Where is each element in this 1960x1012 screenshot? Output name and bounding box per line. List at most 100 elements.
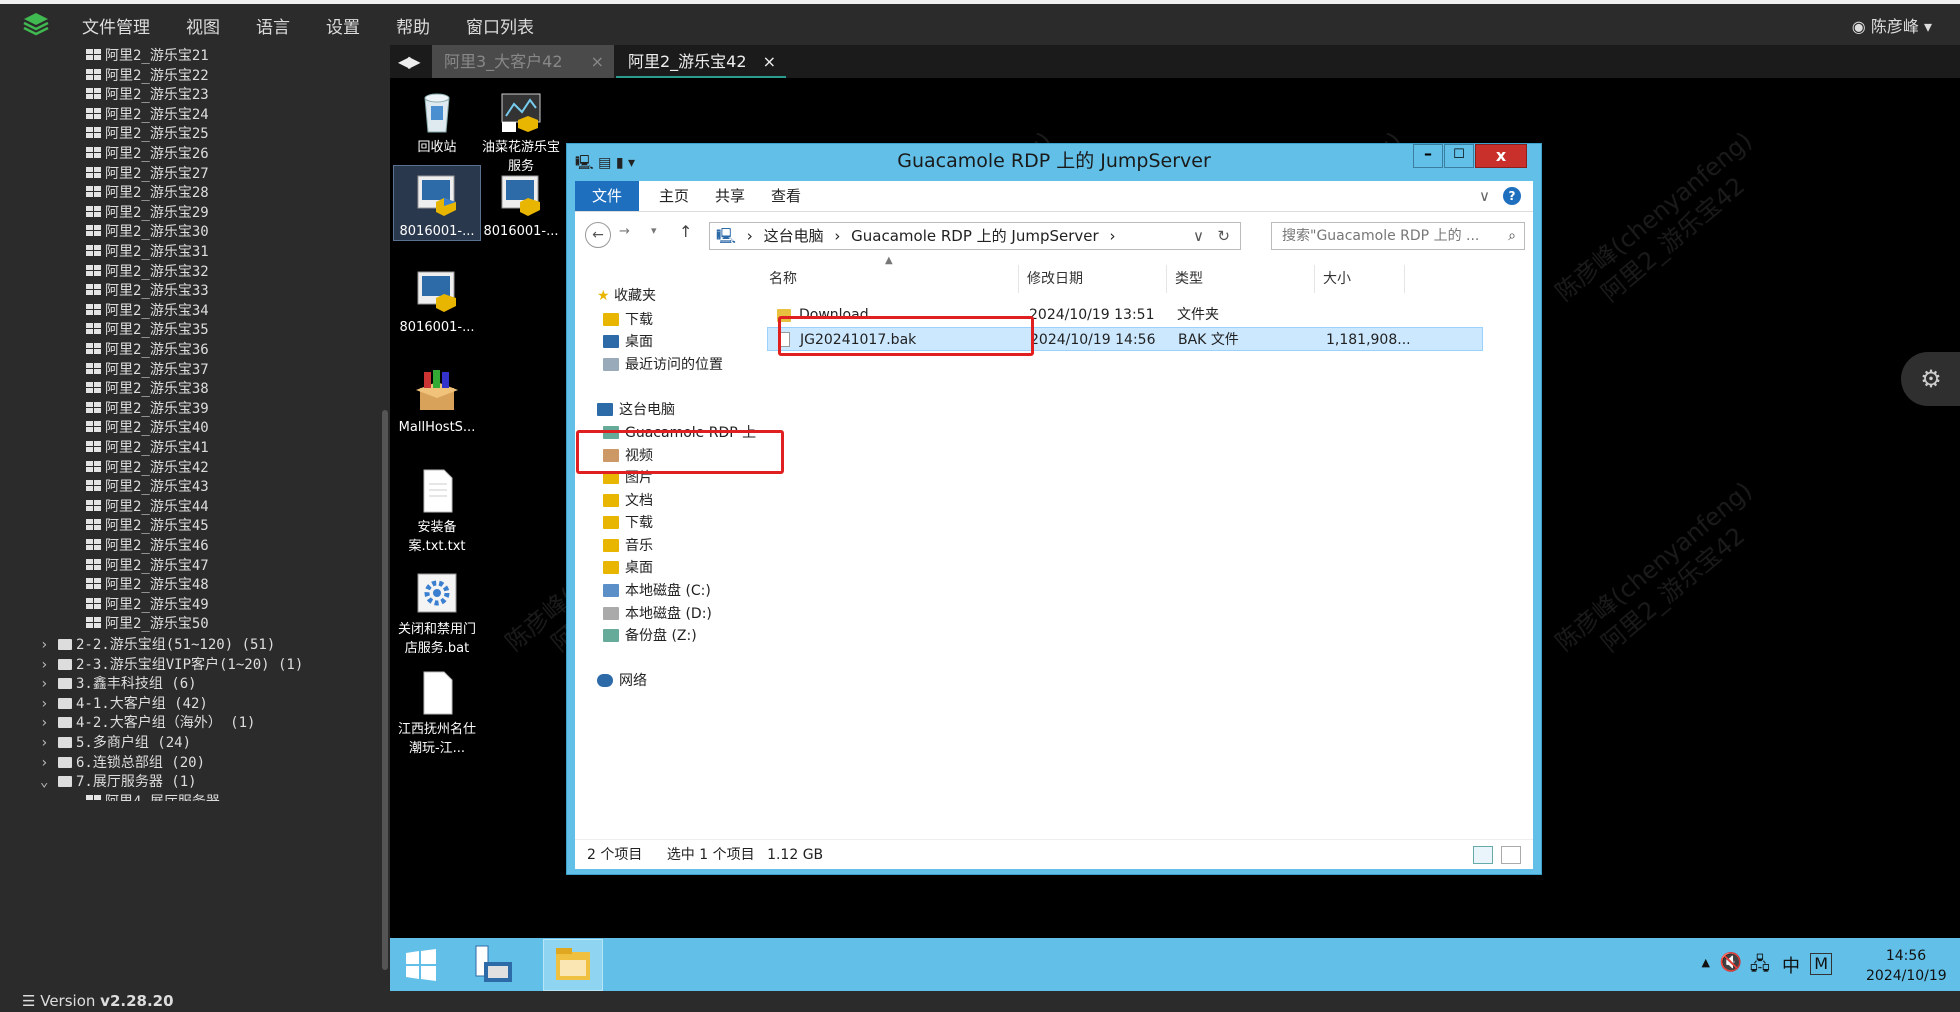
nav-downloads[interactable]: 下载 [603,512,653,534]
desktop-icon-recycle-bin[interactable]: 回收站 [394,88,480,157]
file-explorer-window[interactable]: 🖳 ▤ ▮ ▾ Guacamole RDP 上的 JumpServer – ☐ … [566,143,1542,875]
nav-network[interactable]: 网络 [597,670,647,692]
tab-session-1[interactable]: 阿里3_大客户42 × [432,45,614,78]
column-header-size[interactable]: 大小 [1315,265,1405,293]
up-button[interactable]: ↑ [679,222,692,241]
help-icon[interactable]: ? [1503,187,1521,205]
windows-taskbar: ▲ 🔇 🖧 中 M 14:56 2024/10/19 [390,938,1960,991]
window-title: Guacamole RDP 上的 JumpServer [897,150,1211,172]
tree-leaf-label: 阿里2_游乐宝27 [105,165,209,182]
close-button[interactable]: x [1475,144,1527,168]
folder-icon [58,756,72,768]
tab-scroll-arrows-icon[interactable]: ◀▶ [398,45,421,78]
taskbar-file-explorer[interactable] [543,939,603,991]
downloads-folder-icon [603,516,619,529]
ribbon-expand-icon[interactable]: ∨ [1479,181,1490,211]
menu-window-list[interactable]: 窗口列表 [466,13,534,38]
address-input[interactable]: 🖳 › 这台电脑 › Guacamole RDP 上的 JumpServer ›… [709,222,1241,250]
menu-help[interactable]: 帮助 [396,13,430,38]
desktop-icon-8016001-a[interactable]: 8016001-... [393,165,481,241]
nav-fav-recent[interactable]: 最近访问的位置 [603,354,723,376]
refresh-icon[interactable]: ↻ [1217,223,1230,249]
tab-close-icon[interactable]: × [763,45,776,78]
desktop-icon-label: 江西抚州名仕潮玩-江... [397,722,476,756]
nav-label: 桌面 [625,334,653,350]
user-menu[interactable]: ◉ 陈彦峰 ▾ [1852,13,1932,37]
desktop-icon-youcaihua-service[interactable]: 油菜花游乐宝服务 [478,88,564,176]
windows-icon [86,225,101,237]
tree-leaf-host[interactable]: 阿里4_展厅服务器 [86,791,220,801]
status-bar: 2 个项目 选中 1 个项目 1.12 GB [575,839,1533,869]
ribbon-tab-view[interactable]: 查看 [771,181,801,211]
sidebar-scrollbar[interactable] [382,410,388,970]
windows-icon [86,362,101,375]
tab-label: 阿里3_大客户42 [444,52,563,71]
nav-desktop[interactable]: 桌面 [603,557,653,579]
desktop-icon-install-txt[interactable]: 安装备案.txt.txt [394,468,480,556]
tree-group-label: 4-2.大客户组（海外） (1) [76,715,256,732]
column-header-name[interactable]: 名称 [761,265,1019,293]
ribbon-tab-home[interactable]: 主页 [659,181,689,211]
tree-leaf-label: 阿里2_游乐宝42 [105,459,209,476]
menu-settings[interactable]: 设置 [326,13,360,38]
tree-leaf-host[interactable]: 阿里2_游乐宝50 [86,613,209,635]
menu-lines-icon: ☰ [22,992,36,1010]
desktop-icon-mallhost[interactable]: MallHostS... [394,368,480,437]
nav-backup-z[interactable]: 备份盘 (Z:) [603,625,697,647]
column-header-type[interactable]: 类型 [1167,265,1315,293]
show-hidden-icons-icon[interactable]: ▲ [1702,956,1710,969]
clock[interactable]: 14:56 2024/10/19 [1866,946,1947,986]
windows-icon [86,617,101,629]
nav-local-disk-c[interactable]: 本地磁盘 (C:) [603,580,711,602]
breadcrumb-this-pc[interactable]: 这台电脑 [764,227,824,245]
chevron-down-icon[interactable]: ⌄ [40,771,58,793]
folder-icon [58,717,72,729]
nav-this-pc[interactable]: 这台电脑 [597,399,675,421]
search-placeholder: 搜索"Guacamole RDP 上的 ... [1282,228,1480,244]
volume-muted-icon[interactable]: 🔇 [1720,952,1742,973]
details-view-icon[interactable] [1473,846,1493,864]
nav-fav-downloads[interactable]: 下载 [603,309,653,331]
forward-button[interactable]: → [619,224,630,239]
back-button[interactable]: ← [585,222,611,248]
input-method-icon[interactable]: 中 [1782,952,1800,978]
address-dropdown-icon[interactable]: ∨ [1193,223,1204,249]
tree-leaf-label: 阿里2_游乐宝40 [105,420,209,437]
input-mode-icon[interactable]: M [1810,953,1832,975]
chevron-right-icon: › [834,227,841,245]
search-input[interactable]: 搜索"Guacamole RDP 上的 ... ⌕ [1271,222,1525,250]
settings-gear-icon[interactable]: ⚙ [1901,352,1960,406]
maximize-button[interactable]: ☐ [1444,144,1474,168]
taskbar-server-manager[interactable] [470,944,516,986]
tab-session-2[interactable]: 阿里2_游乐宝42 × [616,45,786,78]
breadcrumb-jumpserver[interactable]: Guacamole RDP 上的 JumpServer [851,227,1099,245]
nav-music[interactable]: 音乐 [603,535,653,557]
menu-language[interactable]: 语言 [256,13,290,38]
network-status-icon[interactable]: 🖧 [1750,952,1770,982]
nav-favorites[interactable]: ★ 收藏夹 [597,285,656,307]
windows-icon [86,284,101,296]
nav-documents[interactable]: 文档 [603,490,653,512]
windows-icon [86,343,101,355]
file-date: 2024/10/19 13:51 [1029,307,1155,323]
desktop-icon-bat[interactable]: 关闭和禁用门店服务.bat [394,570,480,658]
desktop-icon-jiangxi[interactable]: 江西抚州名仕潮玩-江... [394,670,480,758]
ribbon-tab-share[interactable]: 共享 [715,181,745,211]
menu-file-management[interactable]: 文件管理 [82,13,150,38]
large-icons-view-icon[interactable] [1501,846,1521,864]
tab-close-icon[interactable]: × [591,45,604,78]
minimize-button[interactable]: – [1413,144,1443,168]
column-header-date[interactable]: 修改日期 [1019,265,1167,293]
chevron-right-icon: › [746,227,753,245]
windows-icon [86,382,101,394]
windows-icon [86,441,101,453]
desktop-icon-8016001-b[interactable]: 8016001-... [478,172,564,241]
nav-local-disk-d[interactable]: 本地磁盘 (D:) [603,603,712,625]
menu-view[interactable]: 视图 [186,13,220,38]
windows-icon [86,499,101,512]
desktop-icon-8016001-c[interactable]: 8016001-... [394,268,480,337]
recent-dropdown-icon[interactable]: ▾ [651,224,657,237]
nav-fav-desktop[interactable]: 桌面 [603,331,653,353]
start-button[interactable] [404,948,438,982]
ribbon-tab-file[interactable]: 文件 [575,181,639,211]
